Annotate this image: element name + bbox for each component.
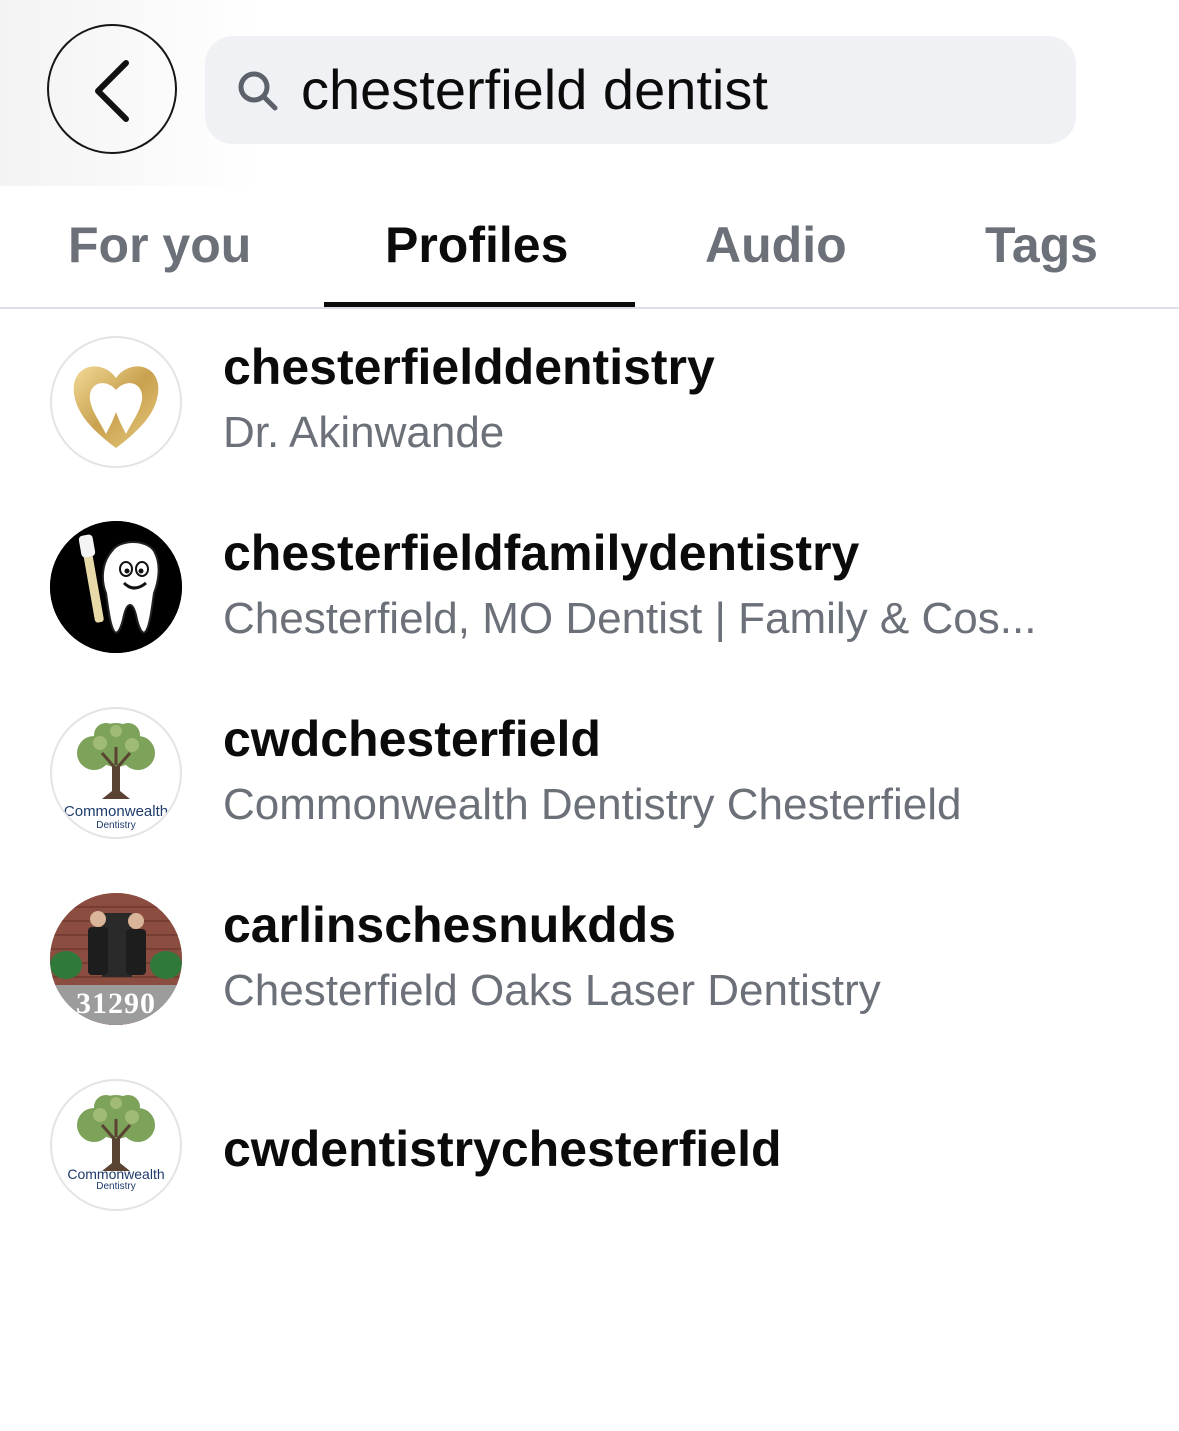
tab-for-you[interactable]: For you xyxy=(68,216,251,274)
profile-result-row[interactable]: chesterfieldfamilydentistry Chesterfield… xyxy=(0,506,1179,692)
username: chesterfieldfamilydentistry xyxy=(223,525,860,581)
avatar-logo-subtext: Dentistry xyxy=(96,820,136,831)
search-query-text: chesterfield dentist xyxy=(301,58,768,121)
profile-result-row[interactable]: Commonwealth Dentistry cwdentistrycheste… xyxy=(0,1064,1179,1250)
avatar-logo-subtext: Dentistry xyxy=(96,1181,136,1192)
avatar-logo-text: Commonwealth xyxy=(63,803,169,820)
divider xyxy=(0,307,1179,309)
profile-result-row[interactable]: 31290 carlinschesnukdds Chesterfield Oak… xyxy=(0,878,1179,1064)
tab-tags[interactable]: Tags xyxy=(985,216,1098,274)
full-name: Chesterfield Oaks Laser Dentistry xyxy=(223,966,881,1015)
cartoon-tooth-mascot-icon xyxy=(50,521,182,653)
tab-bar: For you Profiles Audio Tags xyxy=(0,186,1179,309)
tree-logo-icon: Commonwealth Dentistry xyxy=(50,1079,182,1211)
gold-tooth-heart-logo-icon xyxy=(50,336,182,468)
full-name: Commonwealth Dentistry Chesterfield xyxy=(223,780,962,829)
username: chesterfielddentistry xyxy=(223,339,715,395)
username: carlinschesnukdds xyxy=(223,897,676,953)
username: cwdentistrychesterfield xyxy=(223,1121,782,1177)
full-name: Dr. Akinwande xyxy=(223,408,505,457)
top-bar: chesterfield dentist xyxy=(0,0,1179,186)
search-input[interactable]: chesterfield dentist xyxy=(205,36,1076,144)
profile-result-row[interactable]: Commonwealth Dentistry cwdchesterfield C… xyxy=(0,692,1179,878)
back-button[interactable] xyxy=(47,24,177,154)
tab-audio[interactable]: Audio xyxy=(705,216,847,274)
office-photo-icon: 31290 xyxy=(50,893,182,1025)
tree-logo-icon: Commonwealth Dentistry xyxy=(50,707,182,839)
username: cwdchesterfield xyxy=(223,711,601,767)
full-name: Chesterfield, MO Dentist | Family & Cos.… xyxy=(223,594,1037,643)
tab-profiles[interactable]: Profiles xyxy=(385,216,568,274)
search-icon xyxy=(238,71,278,111)
profile-result-row[interactable]: chesterfielddentistry Dr. Akinwande xyxy=(0,320,1179,506)
avatar-address-number: 31290 xyxy=(76,987,156,1020)
avatar-logo-text: Commonwealth xyxy=(67,1166,165,1182)
chevron-left-icon xyxy=(95,60,129,122)
